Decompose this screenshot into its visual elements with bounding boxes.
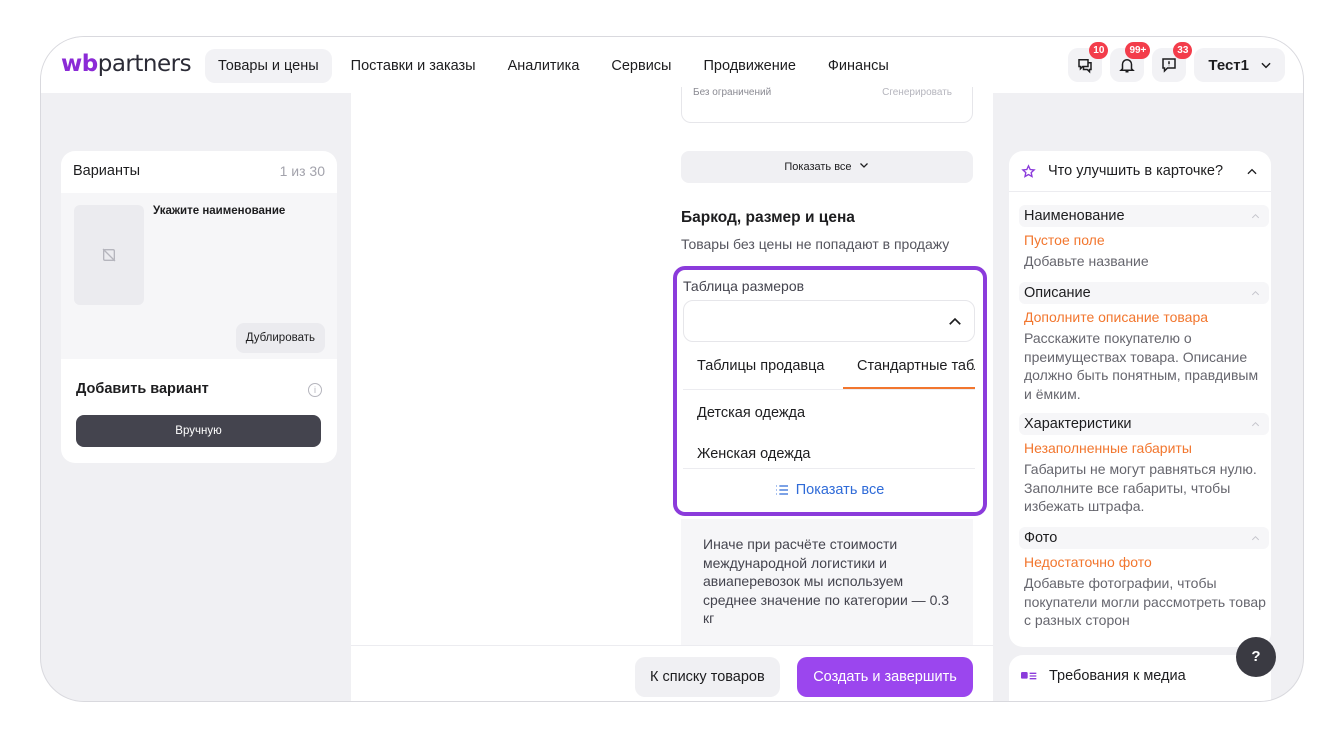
improve-card-panel: Что улучшить в карточке? Наименование Пу… — [1009, 151, 1271, 647]
section-header[interactable]: Описание — [1019, 282, 1269, 304]
size-table-dropdown: Таблица размеров Таблицы продавца Станда… — [673, 266, 987, 516]
list-icon — [775, 484, 788, 495]
section-header[interactable]: Наименование — [1019, 205, 1269, 227]
duplicate-button[interactable]: Дублировать — [235, 323, 325, 353]
help-button[interactable]: ? — [1236, 637, 1276, 677]
warning-text[interactable]: Незаполненные габариты — [1019, 440, 1269, 456]
generate-box: Без ограничений Сгенерировать — [681, 87, 973, 123]
chat-button[interactable]: 10 — [1068, 42, 1109, 82]
improve-header[interactable]: Что улучшить в карточке? — [1021, 163, 1223, 179]
nav-analytics[interactable]: Аналитика — [495, 49, 593, 83]
user-name: Тест1 — [1208, 56, 1249, 74]
chevron-up-icon — [1251, 291, 1260, 296]
chevron-down-icon — [1261, 62, 1271, 69]
improve-section-description: Описание Дополните описание товара Расск… — [1019, 282, 1269, 403]
warning-text[interactable]: Дополните описание товара — [1019, 309, 1269, 325]
nav-promotion[interactable]: Продвижение — [690, 49, 808, 83]
center-form: Без ограничений Сгенерировать Показать в… — [351, 87, 993, 701]
hint-text: Габариты не могут равняться нулю. Заполн… — [1024, 461, 1257, 514]
option-kids-clothing[interactable]: Детская одежда — [697, 405, 805, 421]
warning-text[interactable]: Недостаточно фото — [1019, 554, 1269, 570]
notifications-badge: 99+ — [1125, 42, 1151, 59]
variant-card[interactable]: Укажите наименование Дублировать — [61, 193, 337, 359]
top-header: wbpartners Товары и цены Поставки и зака… — [41, 37, 1303, 93]
chevron-up-icon — [1251, 214, 1260, 219]
main-nav: Товары и цены Поставки и заказы Аналитик… — [205, 49, 902, 83]
feedback-icon — [1162, 58, 1177, 73]
section-header[interactable]: Характеристики — [1019, 413, 1269, 435]
chevron-up-icon — [1251, 422, 1260, 427]
no-image-icon — [102, 248, 116, 262]
nav-services[interactable]: Сервисы — [598, 49, 684, 83]
media-header: Требования к медиа — [1021, 668, 1186, 684]
warning-text[interactable]: Пустое поле — [1019, 232, 1269, 248]
size-table-select[interactable] — [683, 300, 975, 342]
variants-panel: Варианты 1 из 30 Укажите наименование Ду… — [61, 151, 337, 463]
variants-title: Варианты — [73, 163, 141, 179]
wbpartners-logo[interactable]: wbpartners — [61, 51, 192, 77]
info-icon[interactable]: i — [308, 383, 322, 397]
to-list-button[interactable]: К списку товаров — [635, 657, 780, 697]
variants-count: 1 из 30 — [279, 163, 325, 179]
option-womens-clothing[interactable]: Женская одежда — [697, 446, 810, 462]
star-icon — [1021, 163, 1036, 178]
feedback-badge: 33 — [1173, 42, 1193, 59]
nav-goods-prices[interactable]: Товары и цены — [205, 49, 332, 83]
section-header[interactable]: Фото — [1019, 527, 1269, 549]
chat-icon — [1078, 59, 1093, 74]
add-variant-title: Добавить вариант — [76, 381, 209, 397]
improve-section-name: Наименование Пустое поле Добавьте назван… — [1019, 205, 1269, 271]
section-title: Баркод, размер и цена — [681, 209, 855, 226]
chevron-up-icon — [949, 317, 961, 325]
user-menu-button[interactable]: Тест1 — [1194, 48, 1285, 82]
feedback-button[interactable]: 33 — [1152, 42, 1193, 82]
improve-section-photo: Фото Недостаточно фото Добавьте фотограф… — [1019, 527, 1269, 630]
tab-seller-tables[interactable]: Таблицы продавца — [697, 358, 825, 374]
media-icon — [1021, 672, 1037, 680]
size-table-tabs: Таблицы продавца Стандартные таблицы — [683, 344, 975, 390]
show-all-button[interactable]: Показать все — [681, 151, 973, 183]
size-table-label: Таблица размеров — [683, 278, 805, 294]
hint-text: Добавьте название — [1024, 253, 1149, 269]
limit-text: Без ограничений — [693, 87, 772, 98]
weight-note-text: Иначе при расчёте стоимости международно… — [703, 536, 950, 626]
tab-standard-tables[interactable]: Стандартные таблицы — [857, 358, 975, 374]
divider — [1009, 191, 1271, 192]
chat-badge: 10 — [1089, 42, 1109, 59]
header-actions: 10 99+ 33 Тест1 — [1068, 42, 1285, 82]
show-all-tables-link[interactable]: Показать все — [683, 468, 975, 510]
notifications-button[interactable]: 99+ — [1110, 42, 1151, 82]
nav-supplies-orders[interactable]: Поставки и заказы — [338, 49, 489, 83]
create-finish-button[interactable]: Создать и завершить — [797, 657, 973, 697]
hint-text: Расскажите покупателю о преимуществах то… — [1024, 330, 1259, 402]
generate-button[interactable]: Сгенерировать — [882, 87, 952, 98]
chevron-up-icon[interactable] — [1245, 165, 1259, 179]
bottom-action-bar: К списку товаров Создать и завершить — [351, 645, 993, 701]
variant-name: Укажите наименование — [153, 205, 286, 217]
manual-button[interactable]: Вручную — [76, 415, 321, 447]
active-tab-indicator — [843, 387, 975, 389]
section-subtitle: Товары без цены не попадают в продажу — [681, 236, 950, 252]
media-requirements-panel[interactable]: Требования к медиа — [1009, 655, 1271, 701]
chevron-down-icon — [859, 163, 868, 168]
chevron-up-icon — [1251, 536, 1260, 541]
improve-section-characteristics: Характеристики Незаполненные габариты Га… — [1019, 413, 1269, 516]
hint-text: Добавьте фотографии, чтобы покупатели мо… — [1024, 575, 1266, 628]
app-frame: wbpartners Товары и цены Поставки и зака… — [40, 36, 1304, 702]
nav-finance[interactable]: Финансы — [815, 49, 902, 83]
variant-thumbnail — [74, 205, 144, 305]
